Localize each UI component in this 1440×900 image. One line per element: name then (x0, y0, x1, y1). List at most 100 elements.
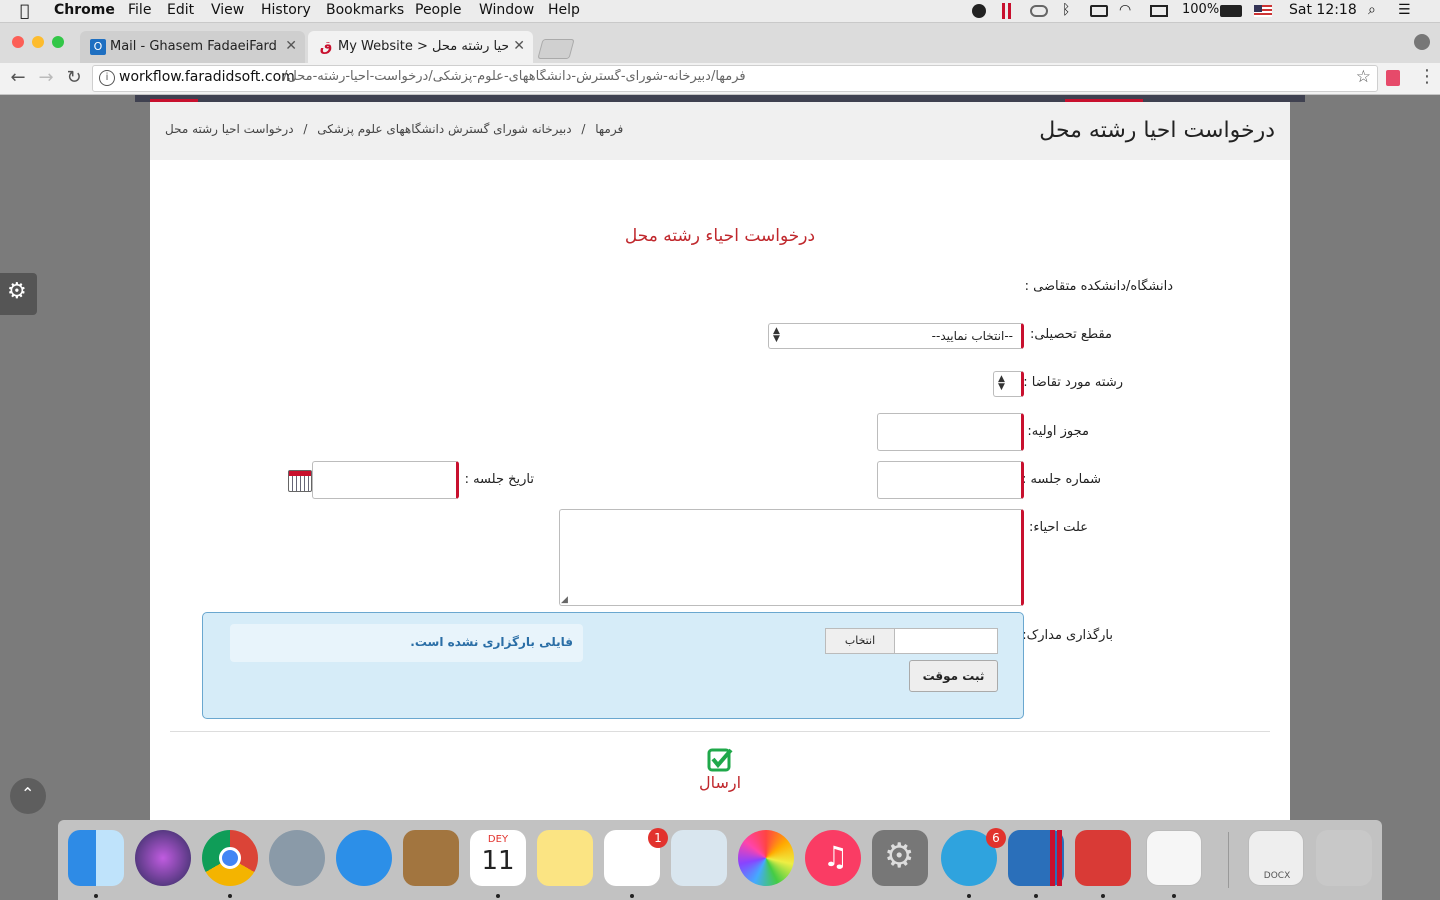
dock-separator (1228, 832, 1229, 888)
parallels-icon[interactable] (1002, 3, 1005, 19)
file-input[interactable]: انتخاب (825, 628, 998, 654)
running-indicator (94, 894, 98, 898)
save-temp-button[interactable]: ثبت موقت (909, 660, 998, 692)
keyboard-icon[interactable] (1090, 5, 1108, 17)
airplay-icon[interactable] (1150, 5, 1168, 17)
menu-edit[interactable]: Edit (167, 2, 194, 18)
label-grade: مقطع تحصیلی: (1030, 327, 1112, 342)
license-input[interactable] (877, 413, 1024, 451)
label-university: دانشگاه/دانشکده متقاضی : (1024, 279, 1173, 294)
maps-icon[interactable] (671, 830, 727, 886)
breadcrumb-forms[interactable]: فرمها (595, 122, 623, 136)
session-number-input[interactable] (877, 461, 1024, 499)
launchpad-icon[interactable] (269, 830, 325, 886)
calendar-day: 11 (481, 846, 515, 876)
telegram-badge: 6 (986, 828, 1006, 848)
safari-icon[interactable] (336, 830, 392, 886)
site-info-icon[interactable]: i (99, 70, 115, 86)
menu-history[interactable]: History (261, 2, 311, 18)
minimize-window-icon[interactable] (32, 36, 44, 48)
reminders-badge: 1 (648, 828, 668, 848)
system-preferences-icon[interactable]: ⚙ (872, 830, 928, 886)
browser-toolbar: ← → ↻ i workflow.faradidsoft.com /فرمها/… (0, 63, 1440, 95)
menu-file[interactable]: File (128, 2, 151, 18)
tab-mail[interactable]: O Mail - Ghasem FadaeiFard - O ✕ (80, 31, 305, 63)
address-bar[interactable]: i workflow.faradidsoft.com /فرمها/دبیرخا… (92, 65, 1378, 92)
close-tab-icon[interactable]: ✕ (513, 38, 525, 54)
notification-center-icon[interactable]: ☰ (1398, 2, 1411, 18)
grade-select-value: --انتخاب نمایید-- (931, 329, 1013, 343)
breadcrumb: فرمها / دبیرخانه شورای گسترش دانشگاههای … (165, 122, 623, 136)
tab-my-website-label: My Website > درخواست احیا رشته محل (338, 39, 508, 54)
breadcrumb-separator: / (581, 122, 586, 136)
contacts-icon[interactable] (403, 830, 459, 886)
submit-button[interactable]: ارسال (690, 746, 750, 796)
field-select[interactable]: ▲ ▼ (993, 371, 1024, 397)
settings-toggle[interactable]: ⚙ (0, 273, 37, 315)
menu-window[interactable]: Window (479, 2, 534, 18)
menu-people[interactable]: People (415, 2, 462, 18)
submit-label: ارسال (698, 773, 742, 792)
upload-status-text: فایلی بارگزاری نشده است. (410, 635, 573, 649)
choose-file-button[interactable]: انتخاب (826, 629, 895, 653)
running-indicator (630, 894, 634, 898)
chrome-menu-icon[interactable]: ⋮ (1418, 66, 1436, 87)
running-indicator (1034, 894, 1038, 898)
creative-cloud-icon[interactable] (1030, 5, 1048, 17)
battery-icon[interactable] (1220, 5, 1242, 17)
label-upload: بارگذاری مدارک: (1022, 628, 1113, 643)
calendar-app-icon[interactable]: DEY 11 (470, 830, 526, 886)
calendar-icon-header (289, 471, 311, 476)
profile-avatar-icon[interactable] (1414, 34, 1430, 50)
trash-icon[interactable] (1316, 830, 1372, 886)
close-tab-icon[interactable]: ✕ (285, 38, 297, 54)
spotlight-icon[interactable]: ⌕ (1368, 2, 1376, 18)
reason-textarea[interactable]: ◢ (559, 509, 1024, 606)
menu-view[interactable]: View (211, 2, 244, 18)
grade-select[interactable]: --انتخاب نمایید-- ▲ ▼ (768, 323, 1024, 349)
upload-panel: فایلی بارگزاری نشده است. انتخاب ثبت موقت (202, 612, 1024, 719)
wifi-icon[interactable]: ◠ (1119, 2, 1131, 18)
resize-handle-icon[interactable]: ◢ (561, 595, 568, 605)
running-indicator (967, 894, 971, 898)
parallels-desktop-icon[interactable] (1008, 830, 1064, 886)
session-date-input[interactable] (312, 461, 459, 499)
chrome-icon[interactable] (202, 830, 258, 886)
forward-arrow-icon[interactable]: → (36, 67, 56, 88)
running-indicator (1172, 894, 1176, 898)
finder-icon[interactable] (68, 830, 124, 886)
page-title-bar: درخواست احیا رشته محل فرمها / دبیرخانه ش… (150, 102, 1290, 160)
page-content: درخواست احیا رشته محل فرمها / دبیرخانه ش… (150, 102, 1290, 820)
extension-icon[interactable] (1386, 70, 1400, 86)
flag-icon[interactable] (1254, 5, 1272, 17)
scroll-top-button[interactable]: ⌃ (10, 778, 46, 814)
zoom-window-icon[interactable] (52, 36, 64, 48)
siri-icon[interactable] (135, 830, 191, 886)
notes-icon[interactable] (537, 830, 593, 886)
battery-percent: 100% (1182, 2, 1220, 17)
docx-label: DOCX (1263, 871, 1291, 881)
site-top-nav (135, 95, 1305, 102)
menu-help[interactable]: Help (548, 2, 580, 18)
menu-clock[interactable]: Sat 12:18 (1289, 2, 1357, 18)
breadcrumb-secretariat[interactable]: دبیرخانه شورای گسترش دانشگاههای علوم پزش… (317, 122, 571, 136)
back-arrow-icon[interactable]: ← (8, 67, 28, 88)
reload-icon[interactable]: ↻ (64, 67, 84, 88)
photos-icon[interactable] (738, 830, 794, 886)
close-window-icon[interactable] (12, 36, 24, 48)
tab-my-website[interactable]: ق My Website > درخواست احیا رشته محل ✕ (308, 31, 533, 63)
bluetooth-icon[interactable]: ᛒ (1062, 2, 1070, 18)
new-tab-button[interactable] (537, 39, 575, 59)
calendar-icon[interactable] (288, 470, 312, 492)
menu-bookmarks[interactable]: Bookmarks (326, 2, 404, 18)
status-app-icon[interactable] (972, 4, 986, 18)
bookmark-star-icon[interactable]: ☆ (1356, 67, 1371, 87)
docx-document-icon[interactable]: DOCX (1248, 830, 1304, 886)
remote-desktop-icon[interactable] (1075, 830, 1131, 886)
itunes-icon[interactable]: ♫ (805, 830, 861, 886)
parallels-window-icon[interactable] (1146, 830, 1202, 886)
menu-app-name[interactable]: Chrome (54, 2, 115, 18)
label-field: رشته مورد تقاضا : (1023, 375, 1123, 390)
running-indicator (228, 894, 232, 898)
apple-icon[interactable]:  (20, 1, 30, 20)
